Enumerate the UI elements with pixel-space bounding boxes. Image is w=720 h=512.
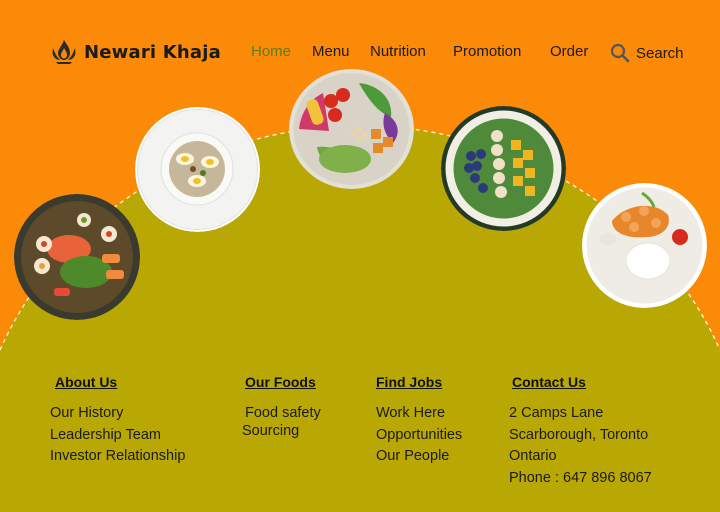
food-plate-egg-bowl[interactable] — [135, 107, 260, 232]
food-plate-image — [289, 69, 414, 189]
contact-city-line: Scarborough, Toronto — [509, 427, 649, 443]
brand-name: Newari Khaja — [84, 41, 221, 63]
contact-phone[interactable]: Phone : 647 896 8067 — [509, 470, 652, 486]
food-plate-image — [135, 107, 260, 232]
brand-logo[interactable]: Newari Khaja — [50, 38, 221, 66]
footer-link-leadership-team[interactable]: Leadership Team — [50, 427, 161, 443]
food-plate-image — [14, 194, 140, 320]
food-plate-image — [441, 106, 566, 231]
food-plate-curry[interactable] — [582, 183, 707, 308]
flame-icon — [52, 40, 76, 64]
nav-nutrition[interactable]: Nutrition — [370, 43, 426, 60]
footer-jobs-heading[interactable]: Find Jobs — [376, 374, 442, 390]
footer-link-our-history[interactable]: Our History — [50, 405, 123, 421]
footer-link-work-here[interactable]: Work Here — [376, 405, 445, 421]
nav-promotion[interactable]: Promotion — [453, 43, 521, 60]
footer-contact-heading[interactable]: Contact Us — [512, 374, 586, 390]
footer-link-opportunities[interactable]: Opportunities — [376, 427, 462, 443]
food-plate-image — [582, 183, 707, 308]
search-button[interactable]: Search — [610, 43, 684, 63]
footer-about-heading[interactable]: About Us — [55, 374, 117, 390]
footer-foods-heading[interactable]: Our Foods — [245, 374, 316, 390]
food-plate-salad[interactable] — [289, 69, 414, 189]
search-label: Search — [636, 44, 684, 62]
food-plate-fruit[interactable] — [441, 106, 566, 231]
footer-link-sourcing[interactable]: Sourcing — [242, 423, 299, 439]
footer-link-investor-relationship[interactable]: Investor Relationship — [50, 448, 185, 464]
search-icon — [610, 43, 630, 63]
nav-home[interactable]: Home — [251, 43, 291, 60]
contact-province-line: Ontario — [509, 448, 557, 464]
contact-address-line: 2 Camps Lane — [509, 405, 604, 421]
footer-link-our-people[interactable]: Our People — [376, 448, 449, 464]
food-plate-sushi[interactable] — [14, 194, 140, 320]
nav-order[interactable]: Order — [550, 43, 588, 60]
nav-menu[interactable]: Menu — [312, 43, 350, 60]
footer-link-food-safety[interactable]: Food safety — [245, 405, 321, 421]
